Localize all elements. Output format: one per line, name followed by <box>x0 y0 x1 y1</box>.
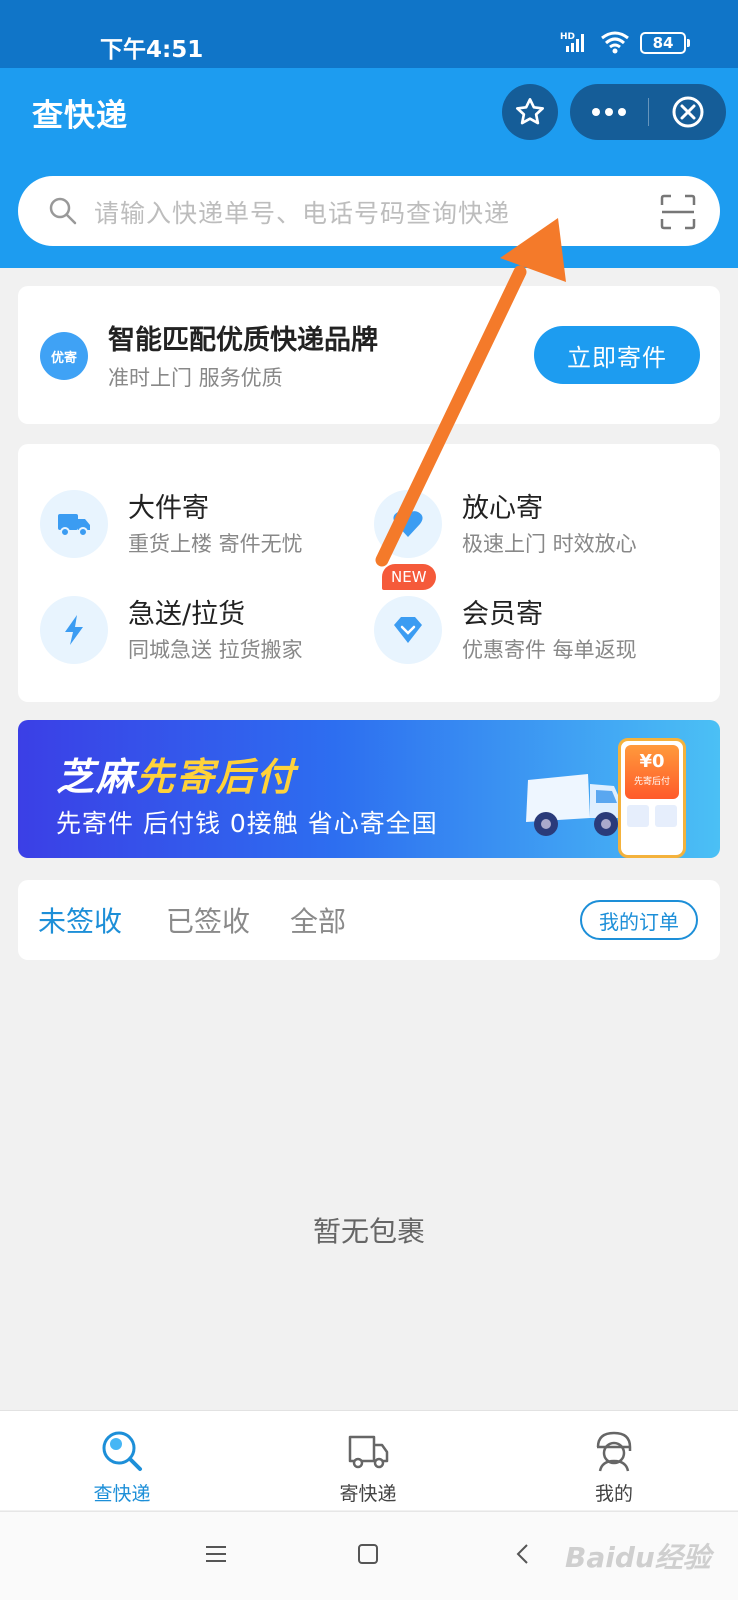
nav-send[interactable]: 寄快递 <box>288 1411 448 1511</box>
zhima-banner[interactable]: 芝麻先寄后付 先寄件 后付钱 0接触 省心寄全国 ¥0 先寄后付 <box>18 720 720 858</box>
service-express-item[interactable]: 急送/拉货 同城急送 拉货搬家 <box>18 586 348 676</box>
nav-label: 我的 <box>594 1483 633 1505</box>
search-package-icon <box>102 1431 142 1471</box>
service-desc: 同城急送 拉货搬家 <box>128 638 303 662</box>
app-header: 查快递 请输入快递单号、电话号码查询快递 <box>0 68 738 268</box>
svg-text:HD: HD <box>560 32 575 42</box>
nav-query[interactable]: 查快递 <box>42 1411 202 1511</box>
my-orders-button[interactable]: 我的订单 <box>580 900 698 940</box>
service-desc: 优惠寄件 每单返现 <box>462 638 637 662</box>
search-input[interactable]: 请输入快递单号、电话号码查询快递 <box>94 194 510 230</box>
service-desc: 极速上门 时效放心 <box>462 532 637 556</box>
truck-icon <box>40 490 108 558</box>
profile-icon <box>596 1431 632 1472</box>
delivery-truck-icon <box>348 1435 389 1469</box>
home-key-icon[interactable] <box>356 1542 380 1566</box>
new-badge: NEW <box>382 564 436 590</box>
empty-state: 暂无包裹 <box>312 1215 425 1248</box>
nav-label: 寄快递 <box>339 1483 397 1505</box>
back-key-icon[interactable] <box>512 1542 536 1566</box>
service-member-item[interactable]: NEW 会员寄 优惠寄件 每单返现 <box>352 564 682 676</box>
status-time: 下午4:51 <box>100 37 204 63</box>
send-now-button[interactable]: 立即寄件 <box>534 326 700 384</box>
nav-mine[interactable]: 我的 <box>534 1411 694 1511</box>
order-tabs: 未签收 已签收 全部 我的订单 <box>18 880 720 960</box>
promo-heading: 智能匹配优质快递品牌 <box>108 325 378 356</box>
more-icon <box>592 108 626 116</box>
page-title: 查快递 <box>32 98 128 134</box>
truck-illustration <box>526 774 622 836</box>
favorite-button[interactable] <box>502 84 558 140</box>
scan-icon[interactable] <box>658 192 698 232</box>
promo-card: 优寄 智能匹配优质快递品牌 准时上门 服务优质 立即寄件 <box>18 286 720 424</box>
phone-illustration: ¥0 先寄后付 <box>618 738 686 858</box>
signal-icon: HD <box>560 32 584 52</box>
heart-icon <box>374 490 442 558</box>
price-tag: ¥0 先寄后付 <box>625 745 679 799</box>
banner-subtitle: 先寄件 后付钱 0接触 省心寄全国 <box>56 809 438 838</box>
services-card: 大件寄 重货上楼 寄件无忧 放心寄 极速上门 时效放心 急送/拉货 同城急送 拉… <box>18 444 720 702</box>
wifi-icon <box>601 31 629 54</box>
close-button[interactable] <box>649 84 726 140</box>
tab-signed[interactable]: 已签收 <box>166 900 250 940</box>
lightning-icon <box>40 596 108 664</box>
service-large-item[interactable]: 大件寄 重货上楼 寄件无忧 <box>18 480 348 570</box>
price-text: ¥0 <box>639 751 665 772</box>
tab-all[interactable]: 全部 <box>290 900 346 940</box>
tab-unsigned[interactable]: 未签收 <box>38 900 122 940</box>
service-desc: 重货上楼 寄件无忧 <box>128 532 303 556</box>
status-bar: 下午4:51 HD 84 <box>0 0 738 68</box>
bottom-nav: 查快递 寄快递 我的 <box>0 1410 738 1510</box>
menu-key-icon[interactable] <box>204 1542 228 1566</box>
search-bar[interactable]: 请输入快递单号、电话号码查询快递 <box>18 176 720 246</box>
service-title: 放心寄 <box>462 493 543 524</box>
watermark-text: Baidu经验 <box>565 1541 711 1574</box>
service-title: 会员寄 <box>462 599 543 630</box>
close-icon <box>672 96 703 128</box>
diamond-icon <box>374 596 442 664</box>
price-tag-text: 先寄后付 <box>633 777 670 787</box>
service-title: 急送/拉货 <box>128 599 246 630</box>
battery-icon: 84 <box>640 32 690 54</box>
service-title: 大件寄 <box>128 493 209 524</box>
star-icon <box>516 98 544 125</box>
service-reliable-item[interactable]: 放心寄 极速上门 时效放心 <box>352 480 682 570</box>
youji-badge: 优寄 <box>40 332 88 380</box>
more-button[interactable] <box>570 84 648 140</box>
nav-label: 查快递 <box>93 1483 151 1505</box>
system-nav-bar: Baidu经验 <box>0 1511 738 1600</box>
mini-program-capsule <box>570 84 726 140</box>
search-icon <box>49 197 77 225</box>
promo-subtitle: 准时上门 服务优质 <box>108 366 283 390</box>
banner-title: 芝麻先寄后付 <box>56 755 297 799</box>
